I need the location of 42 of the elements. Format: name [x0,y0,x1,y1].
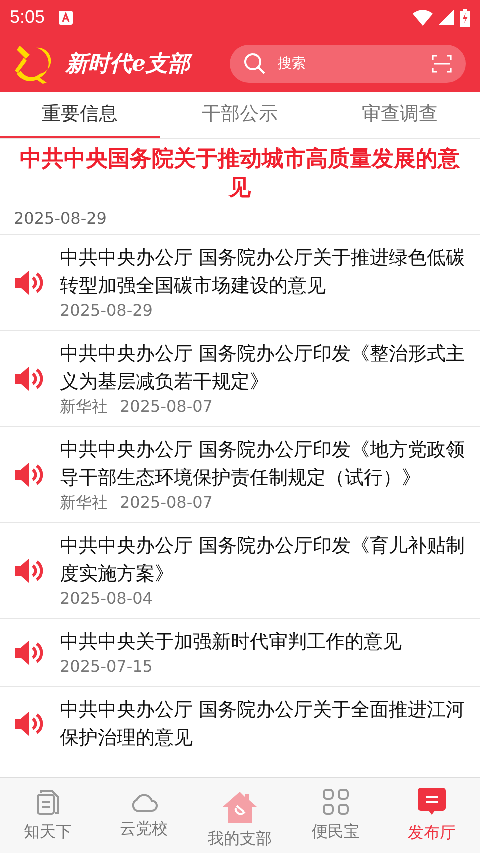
headline-date: 2025-08-29 [13,208,108,230]
nav-tab[interactable]: 发布厅 [384,778,480,853]
article-title[interactable]: 中共中央办公厅 国务院办公厅关于推进绿色低碳转型加强全国碳市场建设的意见 [60,244,466,300]
status-time: 5:05 [10,7,46,28]
article-title[interactable]: 中共中央关于加强新时代审判工作的意见 [60,628,466,656]
scan-icon[interactable] [432,54,452,72]
headline-title[interactable]: 中共中央国务院关于推动城市高质量发展的意见 [0,139,480,203]
article-title[interactable]: 中共中央办公厅 国务院办公厅印发《育儿补贴制度实施方案》 [60,532,466,588]
notification-icon [59,10,74,24]
article-date: 2025-08-04 [60,588,153,610]
speaker-icon[interactable] [14,640,44,666]
speaker-icon[interactable] [14,558,44,584]
house-icon [222,791,258,823]
article-date: 2025-08-07 [120,396,213,418]
nav-tab[interactable]: 便民宝 [288,778,384,853]
search-field[interactable]: 搜索 [230,44,466,82]
speaker-icon[interactable] [14,711,44,737]
nav-tab[interactable]: 云党校 [96,778,192,853]
article-date: 2025-07-15 [60,656,153,678]
speaker-icon[interactable] [14,366,44,392]
signal-icon [439,10,454,25]
battery-icon [460,8,470,26]
message-icon [417,787,447,817]
tab[interactable]: 干部公示 [160,92,320,138]
tab[interactable]: 审查调查 [320,92,480,138]
article-date: 2025-08-29 [60,300,153,322]
wifi-icon [413,10,433,26]
article-source: 新华社 [60,492,108,514]
article-title[interactable]: 中共中央办公厅 国务院办公厅印发《整治形式主义为基层减负若干规定》 [60,340,466,396]
search-icon [244,52,266,74]
article-title[interactable]: 中共中央办公厅 国务院办公厅关于全面推进江河保护治理的意见 [60,696,466,752]
speaker-icon[interactable] [14,270,44,296]
nav-tab[interactable]: 知天下 [0,778,96,853]
document-icon [35,788,61,816]
nav-tab[interactable]: 我的支部 [192,778,288,853]
article-date: 2025-08-07 [120,492,213,514]
article-source: 新华社 [60,396,108,418]
tab[interactable]: 重要信息 [0,92,160,138]
search-field[interactable]: 搜索 [276,54,422,72]
article-title[interactable]: 中共中央办公厅 国务院办公厅印发《地方党政领导干部生态环境保护责任制规定（试行）》 [60,436,466,492]
speaker-icon[interactable] [14,462,44,488]
grid-icon [322,788,350,816]
